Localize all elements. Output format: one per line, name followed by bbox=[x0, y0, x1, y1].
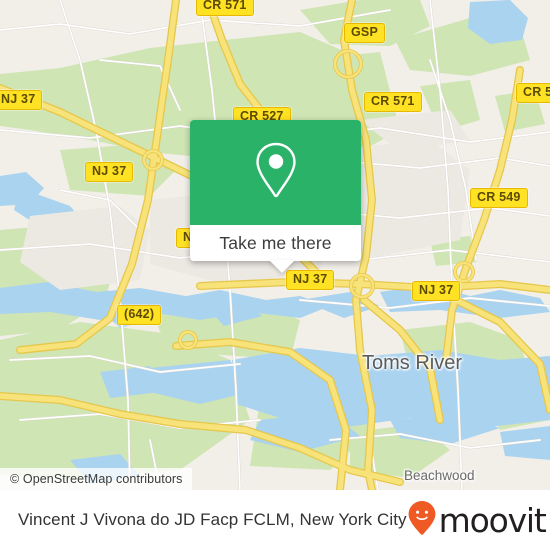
road-shield-cr571-north: CR 571 bbox=[196, 0, 254, 16]
road-shield-nj37-southeast: NJ 37 bbox=[412, 281, 461, 301]
take-me-there-label: Take me there bbox=[219, 232, 332, 253]
card-action-area[interactable]: Take me there bbox=[190, 225, 361, 261]
card-image-area bbox=[190, 120, 361, 225]
map-pin-icon bbox=[252, 140, 300, 205]
place-title: Vincent J Vivona do JD Facp FCLM, New Yo… bbox=[18, 510, 407, 529]
road-shield-nj37-northwest: NJ 37 bbox=[85, 162, 134, 182]
road-shield-cr549-mid: CR 549 bbox=[470, 188, 528, 208]
moovit-smiley-pin-icon bbox=[407, 500, 437, 541]
moovit-logo[interactable]: moovit bbox=[407, 500, 547, 541]
card-pointer-tail bbox=[269, 260, 295, 273]
take-me-there-card[interactable]: Take me there bbox=[190, 120, 361, 273]
road-shield-cr571-east: CR 571 bbox=[364, 92, 422, 112]
moovit-wordmark: moovit bbox=[438, 500, 547, 540]
footer-bar: Vincent J Vivona do JD Facp FCLM, New Yo… bbox=[0, 490, 550, 550]
map-label-beachwood: Beachwood bbox=[404, 468, 475, 483]
osm-attribution[interactable]: © OpenStreetMap contributors bbox=[0, 468, 192, 490]
road-shield-nj37-south: NJ 37 bbox=[286, 270, 335, 290]
road-shield-642: (642) bbox=[117, 305, 162, 325]
road-shield-cr549-east: CR 549 bbox=[516, 83, 550, 103]
moovit-map-screen: Toms River Beachwood CR 571 GSP CR 571 C… bbox=[0, 0, 550, 550]
road-shield-nj37-west: NJ 37 bbox=[0, 90, 43, 110]
road-shield-gsp: GSP bbox=[344, 23, 385, 43]
map-label-toms-river: Toms River bbox=[362, 352, 463, 374]
